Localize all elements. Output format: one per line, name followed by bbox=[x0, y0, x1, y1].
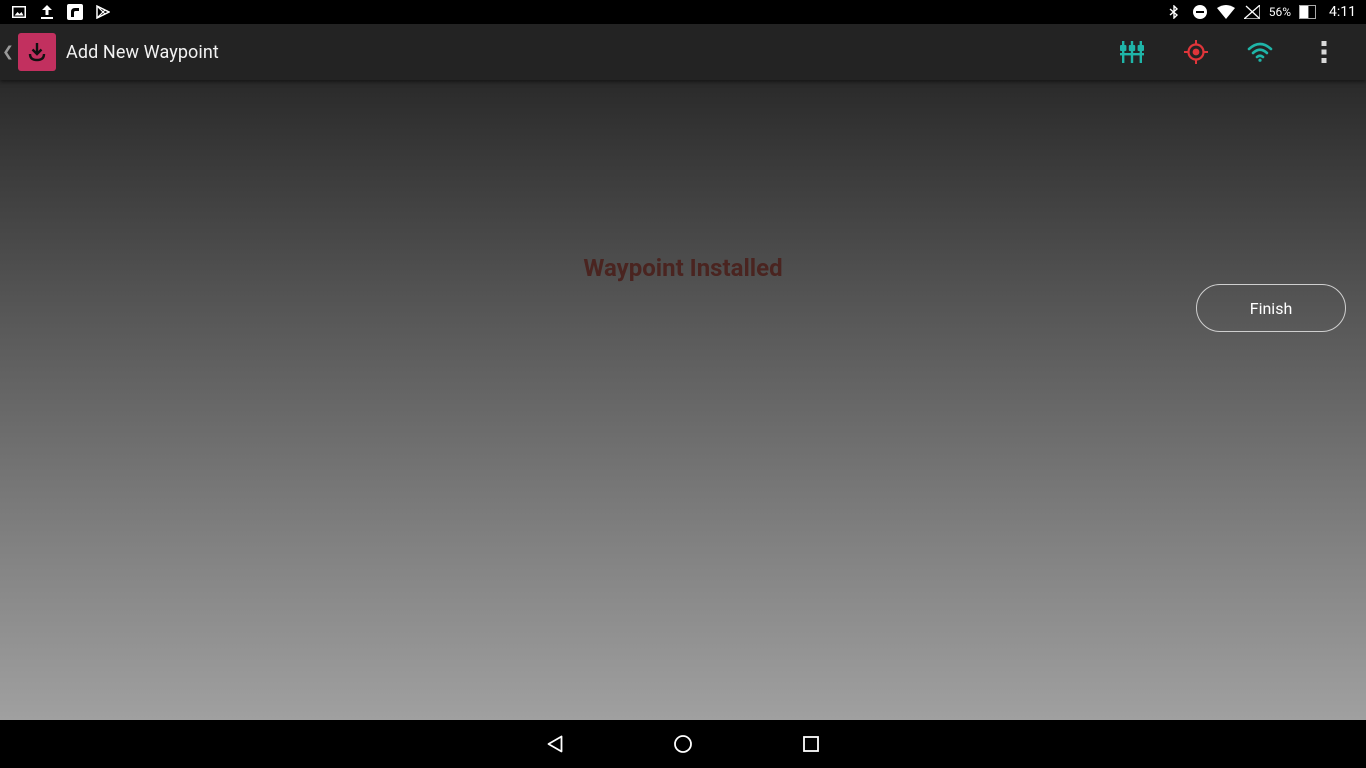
notification-icons bbox=[10, 3, 112, 21]
waypoint-status-message: Waypoint Installed bbox=[583, 254, 783, 282]
system-status-bar: 56% 4:11 bbox=[0, 0, 1366, 24]
system-navigation-bar bbox=[0, 720, 1366, 768]
recents-icon bbox=[803, 736, 819, 752]
upload-notification-icon bbox=[38, 3, 56, 21]
app-logo[interactable] bbox=[18, 33, 56, 71]
home-icon bbox=[674, 735, 692, 753]
battery-percent: 56% bbox=[1268, 5, 1291, 19]
overflow-menu-button[interactable] bbox=[1292, 24, 1356, 80]
no-sim-icon bbox=[1243, 3, 1261, 21]
wifi-icon bbox=[1216, 3, 1235, 21]
location-target-icon bbox=[1184, 40, 1208, 64]
back-icon bbox=[547, 735, 563, 753]
do-not-disturb-icon bbox=[1191, 3, 1209, 21]
location-button[interactable] bbox=[1164, 24, 1228, 80]
sensors-button[interactable] bbox=[1100, 24, 1164, 80]
sensors-icon bbox=[1120, 41, 1144, 63]
battery-icon bbox=[1299, 3, 1317, 21]
system-indicators: 56% 4:11 bbox=[1165, 3, 1356, 21]
connection-button[interactable] bbox=[1228, 24, 1292, 80]
app-toolbar: ❮ Add New Waypoint bbox=[0, 24, 1366, 80]
wifi-signal-icon bbox=[1247, 42, 1273, 62]
play-store-notification-icon bbox=[94, 3, 112, 21]
nav-recents-button[interactable] bbox=[747, 720, 875, 768]
nav-back-button[interactable] bbox=[491, 720, 619, 768]
app-notification-icon bbox=[66, 3, 84, 21]
finish-button[interactable]: Finish bbox=[1196, 284, 1346, 332]
image-notification-icon bbox=[10, 3, 28, 21]
main-content: Waypoint Installed Finish bbox=[0, 80, 1366, 720]
back-chevron-icon[interactable]: ❮ bbox=[0, 24, 16, 80]
clock: 4:11 bbox=[1329, 4, 1356, 20]
toolbar-actions bbox=[1100, 24, 1366, 80]
overflow-menu-icon bbox=[1321, 41, 1327, 63]
nav-home-button[interactable] bbox=[619, 720, 747, 768]
anchor-download-icon bbox=[28, 43, 46, 62]
page-title: Add New Waypoint bbox=[66, 41, 219, 63]
bluetooth-icon bbox=[1165, 3, 1183, 21]
